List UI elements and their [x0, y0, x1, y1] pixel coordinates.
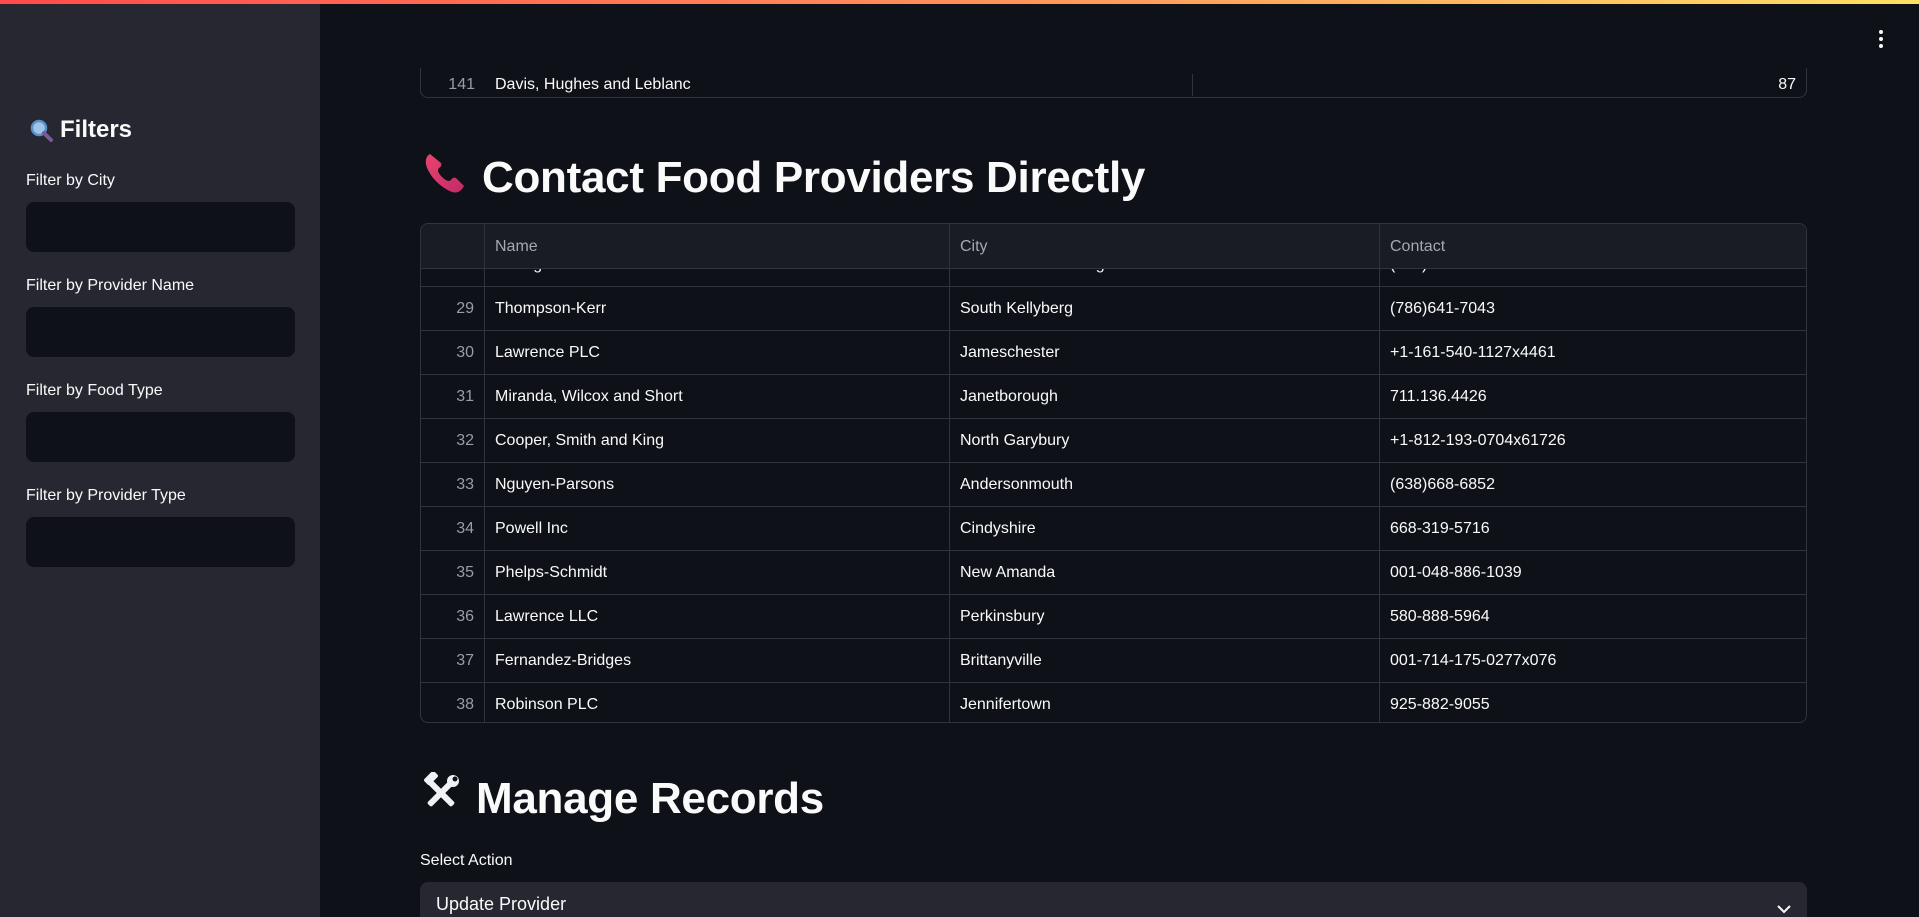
cell-index: 29 — [421, 287, 485, 331]
row-index: 141 — [448, 76, 475, 93]
cell-city[interactable]: Janetborough — [950, 375, 1380, 419]
cell-contact[interactable]: (227)660-4918x836 — [1380, 269, 1806, 287]
header-index — [421, 224, 485, 269]
cell-city[interactable]: South Kellyberg — [950, 287, 1380, 331]
table-row[interactable]: 36 Lawrence LLC Perkinsbury 580-888-5964 — [421, 595, 1806, 639]
cell-name[interactable]: Rodriguez PLC — [485, 269, 950, 287]
row-name: Davis, Hughes and Leblanc — [495, 76, 691, 93]
cell-name[interactable]: Robinson PLC — [485, 683, 950, 722]
cell-index: 30 — [421, 331, 485, 375]
table-row[interactable]: 37 Fernandez-Bridges Brittanyville 001-7… — [421, 639, 1806, 683]
select-action-value: Update Provider — [436, 894, 567, 914]
cell-index: 36 — [421, 595, 485, 639]
cell-contact[interactable]: 711.136.4426 — [1380, 375, 1806, 419]
header-name[interactable]: Name — [485, 224, 950, 269]
cell-name[interactable]: Lawrence PLC — [485, 331, 950, 375]
header-city[interactable]: City — [950, 224, 1380, 269]
cell-index: 37 — [421, 639, 485, 683]
select-action-label: Select Action — [420, 852, 513, 869]
previous-table-fragment: 141 Davis, Hughes and Leblanc 87 — [420, 68, 1807, 98]
cell-contact[interactable]: (786)641-7043 — [1380, 287, 1806, 331]
cell-contact[interactable]: 001-048-886-1039 — [1380, 551, 1806, 595]
manage-section-title: Manage Records — [476, 773, 824, 823]
filter-city-label: Filter by City — [26, 172, 115, 189]
cell-contact[interactable]: (638)668-6852 — [1380, 463, 1806, 507]
chevron-down-icon[interactable] — [1777, 898, 1791, 914]
table-body: 28 Rodriguez PLC West Pamelaborough (227… — [421, 269, 1806, 722]
telephone-receiver-icon — [420, 148, 468, 207]
cell-index: 35 — [421, 551, 485, 595]
table-row[interactable]: 38 Robinson PLC Jennifertown 925-882-905… — [421, 683, 1806, 722]
contact-section-heading: Contact Food Providers Directly — [420, 148, 1145, 207]
contact-table[interactable]: Name City Contact 28 Rodriguez PLC West … — [420, 223, 1807, 723]
hammer-wrench-icon — [420, 771, 462, 825]
cell-contact[interactable]: +1-812-193-0704x61726 — [1380, 419, 1806, 463]
table-row[interactable]: 34 Powell Inc Cindyshire 668-319-5716 — [421, 507, 1806, 551]
cell-name[interactable]: Nguyen-Parsons — [485, 463, 950, 507]
cell-name[interactable]: Powell Inc — [485, 507, 950, 551]
filter-food-type-label: Filter by Food Type — [26, 382, 163, 399]
cell-city[interactable]: Perkinsbury — [950, 595, 1380, 639]
column-divider — [1192, 74, 1193, 96]
table-row[interactable]: 30 Lawrence PLC Jameschester +1-161-540-… — [421, 331, 1806, 375]
cell-index: 38 — [421, 683, 485, 722]
filter-provider-type-label: Filter by Provider Type — [26, 487, 186, 504]
cell-city[interactable]: New Amanda — [950, 551, 1380, 595]
cell-name[interactable]: Lawrence LLC — [485, 595, 950, 639]
cell-name[interactable]: Phelps-Schmidt — [485, 551, 950, 595]
cell-index: 34 — [421, 507, 485, 551]
manage-section-heading: Manage Records — [420, 771, 824, 825]
cell-contact[interactable]: +1-161-540-1127x4461 — [1380, 331, 1806, 375]
filter-city-input[interactable] — [26, 202, 295, 252]
filter-food-type-input[interactable] — [26, 412, 295, 462]
sidebar: Filters Filter by City Filter by Provide… — [0, 0, 320, 917]
sidebar-title: Filters — [28, 116, 132, 144]
sidebar-title-text: Filters — [60, 116, 133, 143]
table-header: Name City Contact — [421, 224, 1806, 269]
cell-name[interactable]: Cooper, Smith and King — [485, 419, 950, 463]
cell-city[interactable]: Brittanyville — [950, 639, 1380, 683]
table-row[interactable]: 32 Cooper, Smith and King North Garybury… — [421, 419, 1806, 463]
cell-city[interactable]: West Pamelaborough — [950, 269, 1380, 287]
cell-index: 33 — [421, 463, 485, 507]
cell-contact[interactable]: 668-319-5716 — [1380, 507, 1806, 551]
top-decoration-bar — [0, 0, 1919, 4]
table-row[interactable]: 29 Thompson-Kerr South Kellyberg (786)64… — [421, 287, 1806, 331]
filter-provider-type-input[interactable] — [26, 517, 295, 567]
row-value: 87 — [1778, 76, 1796, 93]
table-row[interactable]: 31 Miranda, Wilcox and Short Janetboroug… — [421, 375, 1806, 419]
cell-contact[interactable]: 001-714-175-0277x076 — [1380, 639, 1806, 683]
kebab-menu-icon[interactable] — [1877, 30, 1885, 50]
contact-section-title: Contact Food Providers Directly — [482, 152, 1146, 202]
table-row[interactable]: 28 Rodriguez PLC West Pamelaborough (227… — [421, 269, 1806, 287]
cell-name[interactable]: Thompson-Kerr — [485, 287, 950, 331]
cell-index: 31 — [421, 375, 485, 419]
select-action-dropdown[interactable]: Update Provider — [420, 882, 1807, 917]
cell-index: 28 — [421, 269, 485, 287]
cell-city[interactable]: Andersonmouth — [950, 463, 1380, 507]
header-contact[interactable]: Contact — [1380, 224, 1806, 269]
cell-city[interactable]: Jameschester — [950, 331, 1380, 375]
cell-contact[interactable]: 925-882-9055 — [1380, 683, 1806, 722]
table-row[interactable]: 35 Phelps-Schmidt New Amanda 001-048-886… — [421, 551, 1806, 595]
filter-provider-name-input[interactable] — [26, 307, 295, 357]
table-row[interactable]: 33 Nguyen-Parsons Andersonmouth (638)668… — [421, 463, 1806, 507]
magnifier-icon — [28, 117, 54, 143]
filter-provider-name-label: Filter by Provider Name — [26, 277, 195, 294]
cell-index: 32 — [421, 419, 485, 463]
cell-name[interactable]: Miranda, Wilcox and Short — [485, 375, 950, 419]
cell-contact[interactable]: 580-888-5964 — [1380, 595, 1806, 639]
cell-city[interactable]: North Garybury — [950, 419, 1380, 463]
cell-name[interactable]: Fernandez-Bridges — [485, 639, 950, 683]
cell-city[interactable]: Cindyshire — [950, 507, 1380, 551]
cell-city[interactable]: Jennifertown — [950, 683, 1380, 722]
